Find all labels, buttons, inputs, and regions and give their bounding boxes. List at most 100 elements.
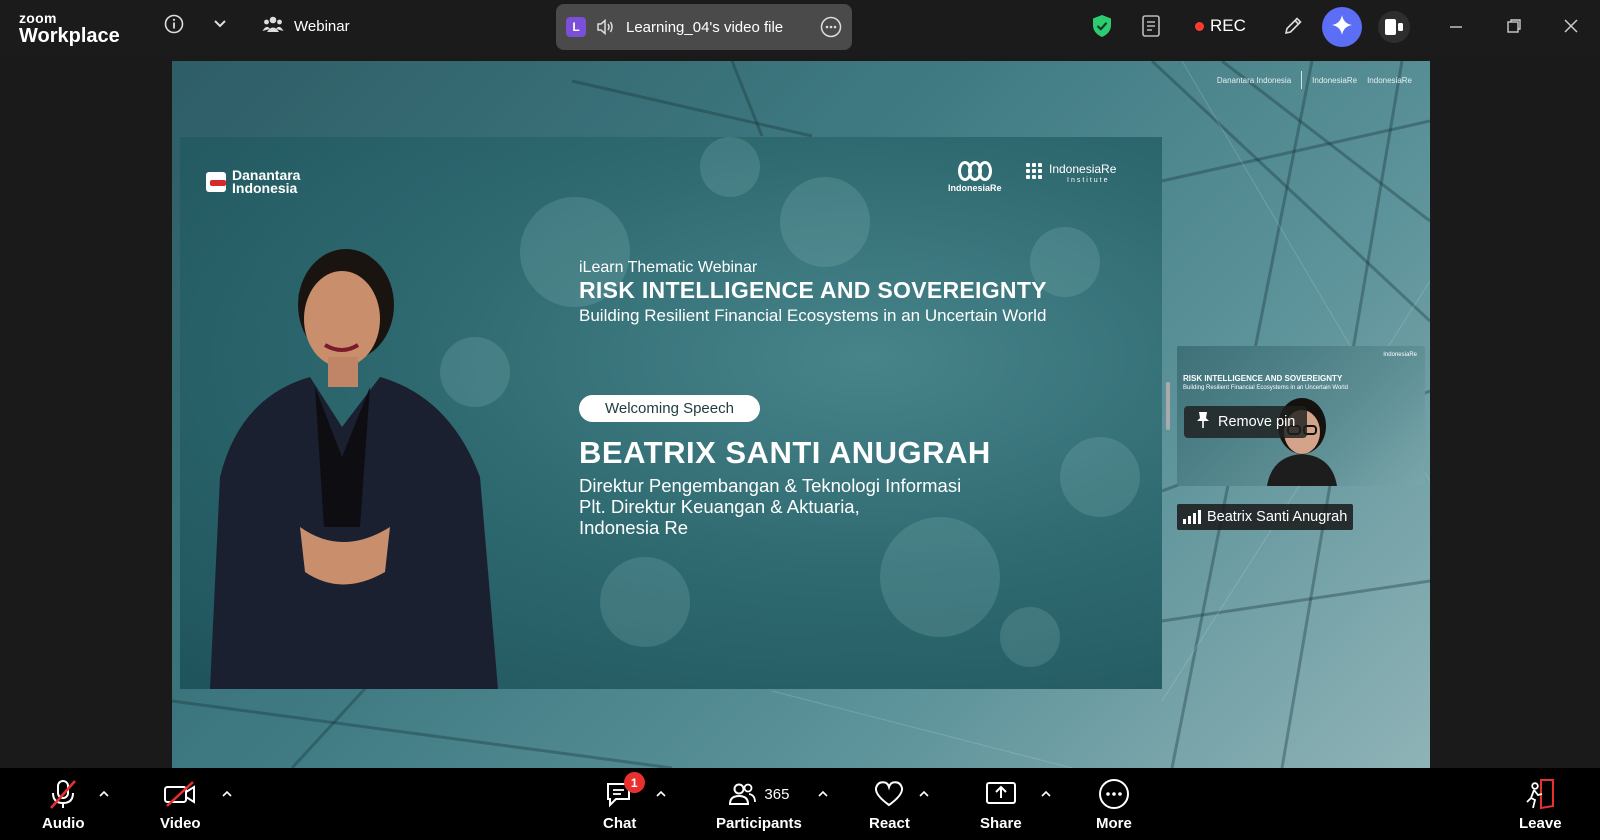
rec-label: REC (1210, 16, 1246, 35)
encryption-shield-icon[interactable] (1090, 13, 1114, 39)
indonesiare-institute-logo: IndonesiaRe Institute (1026, 163, 1116, 187)
remove-pin-label: Remove pin (1218, 414, 1296, 430)
indonesiare-institute-mini-logo: IndonesiaRe (1367, 75, 1412, 85)
bokeh-circle (1060, 437, 1140, 517)
danantara-mark (206, 172, 226, 192)
speaker-role-line: Plt. Direktur Keuangan & Aktuaria, (579, 496, 860, 517)
audio-label: Audio (42, 815, 85, 832)
leave-door-icon (1524, 778, 1556, 810)
video-options-caret-icon[interactable] (220, 788, 234, 800)
chat-options-caret-icon[interactable] (654, 788, 668, 800)
speaker-icon[interactable] (596, 17, 616, 37)
meeting-stage: Danantara Indonesia IndonesiaRe Indonesi… (0, 56, 1600, 768)
heart-icon (873, 778, 905, 810)
share-screen-icon (985, 778, 1017, 810)
notes-icon[interactable] (1140, 13, 1164, 39)
recording-indicator[interactable]: REC (1195, 16, 1246, 36)
sparkle-icon (1331, 14, 1353, 41)
chat-label: Chat (603, 815, 637, 832)
presentation-slide: Danantara Indonesia IndonesiaRe Indonesi… (180, 137, 1162, 689)
zoom-workplace-logo: zoom Workplace (19, 11, 120, 46)
participants-count: 365 (764, 785, 790, 803)
danantara-mini-logo: Danantara Indonesia (1216, 75, 1292, 85)
share-options-caret-icon[interactable] (1039, 788, 1053, 800)
more-button[interactable]: More (1096, 778, 1132, 832)
rec-dot-icon (1195, 21, 1204, 31)
more-options-icon[interactable] (820, 16, 842, 38)
bokeh-circle (1000, 607, 1060, 667)
logo-line1: zoom (19, 10, 57, 26)
speaker-name: BEATRIX SANTI ANUGRAH (579, 435, 991, 470)
audio-button[interactable]: Audio (42, 778, 85, 832)
bokeh-circle (780, 177, 870, 267)
participants-button[interactable]: 365 Participants (716, 778, 802, 832)
minimize-icon[interactable] (1446, 16, 1466, 36)
session-badge: Welcoming Speech (579, 395, 760, 422)
shared-file-pill[interactable]: L Learning_04's video file (556, 4, 852, 50)
chevron-down-icon[interactable] (210, 14, 230, 34)
share-label: Share (980, 815, 1022, 832)
indonesiare-logo: IndonesiaRe (948, 161, 1002, 193)
react-button[interactable]: React (869, 778, 910, 832)
danantara-line2: Indonesia (232, 180, 298, 196)
video-label: Video (160, 815, 201, 832)
panel-resize-handle[interactable] (1166, 382, 1170, 430)
speaker-role-line: Direktur Pengembangan & Teknologi Inform… (579, 475, 962, 496)
remove-pin-button[interactable]: Remove pin (1184, 406, 1308, 438)
webinar-icon (262, 14, 284, 38)
pin-icon (1196, 411, 1210, 433)
indonesiare-mini-logo: IndonesiaRe (1312, 75, 1358, 85)
danantara-logo: Danantara Indonesia (206, 168, 300, 196)
brand-strip: Danantara Indonesia IndonesiaRe Indonesi… (1217, 71, 1412, 89)
leave-label: Leave (1519, 815, 1562, 832)
mic-muted-icon (48, 778, 78, 810)
participants-options-caret-icon[interactable] (816, 788, 830, 800)
audio-options-caret-icon[interactable] (97, 788, 111, 800)
share-button[interactable]: Share (980, 778, 1022, 832)
thumb-slide-title: RISK INTELLIGENCE AND SOVEREIGNTY (1183, 374, 1343, 383)
slide-subtitle: Building Resilient Financial Ecosystems … (579, 306, 1047, 325)
logo-line2: Workplace (19, 25, 120, 47)
institute-dots (1026, 163, 1044, 179)
institute-label: IndonesiaRe (1049, 162, 1117, 176)
indonesiare-rings (948, 161, 1002, 181)
more-dots-icon (1098, 778, 1130, 810)
slide-kicker: iLearn Thematic Webinar (579, 259, 758, 276)
title-bar: zoom Workplace Webinar L Learning_04's v… (0, 0, 1600, 56)
close-icon[interactable] (1561, 16, 1581, 36)
ai-companion-button[interactable] (1322, 7, 1362, 47)
participant-name: Beatrix Santi Anugrah (1207, 509, 1348, 525)
restore-icon[interactable] (1504, 16, 1524, 36)
file-owner-avatar: L (566, 17, 586, 37)
react-options-caret-icon[interactable] (917, 788, 931, 800)
presenter-photo (210, 249, 498, 689)
bokeh-circle (600, 557, 690, 647)
brand-divider (1301, 71, 1303, 89)
chat-bubble-icon: 1 (605, 772, 645, 810)
meeting-controls: Audio Video 1 Chat 365 Participants Reac… (0, 768, 1600, 840)
thumb-brand: IndonesiaRe (1383, 352, 1417, 358)
apps-panel-icon[interactable] (1378, 11, 1410, 43)
speaker-role-line: Indonesia Re (579, 517, 689, 538)
signal-strength-icon (1183, 510, 1201, 524)
institute-sub-label: Institute (1067, 177, 1110, 184)
bokeh-circle (700, 137, 760, 197)
pencil-icon[interactable] (1280, 13, 1306, 39)
leave-button[interactable]: Leave (1519, 778, 1562, 832)
info-icon[interactable] (163, 13, 185, 35)
chat-unread-badge: 1 (623, 772, 645, 793)
slide-title: RISK INTELLIGENCE AND SOVEREIGNTY (579, 277, 1047, 303)
video-button[interactable]: Video (160, 778, 201, 832)
chat-button[interactable]: 1 Chat (603, 772, 645, 832)
speaker-role: Direktur Pengembangan & Teknologi Inform… (579, 475, 961, 538)
webinar-indicator[interactable]: Webinar (262, 14, 350, 38)
camera-off-icon (163, 778, 197, 810)
more-label: More (1096, 815, 1132, 832)
shared-file-title: Learning_04's video file (626, 18, 784, 36)
indonesiare-label: IndonesiaRe (948, 183, 1002, 193)
participants-icon: 365 (728, 778, 789, 810)
participant-name-tag: Beatrix Santi Anugrah (1177, 504, 1354, 530)
participants-label: Participants (716, 815, 802, 832)
react-label: React (869, 815, 910, 832)
webinar-label: Webinar (294, 17, 350, 35)
